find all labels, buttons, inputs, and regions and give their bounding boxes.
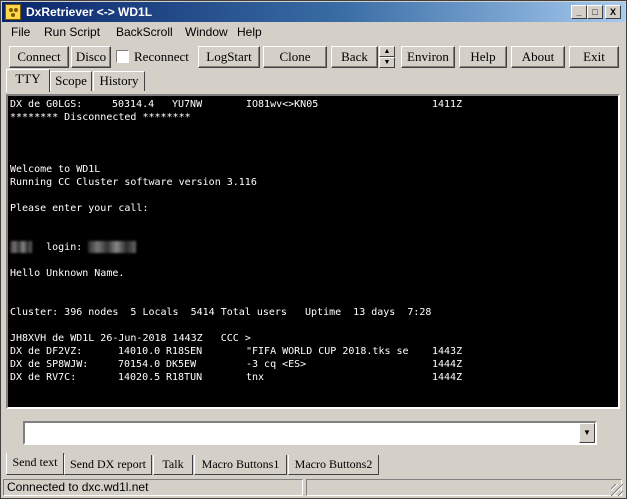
menu-help[interactable]: Help	[237, 25, 262, 39]
terminal-line: Welcome to WD1L	[10, 164, 101, 175]
resize-grip-icon[interactable]	[611, 484, 623, 496]
tab-talk[interactable]: Talk	[153, 455, 193, 475]
terminal-line: ******** Disconnected ********	[10, 112, 191, 123]
exit-button[interactable]: Exit	[569, 46, 619, 68]
menu-file[interactable]: File	[11, 25, 30, 39]
menu-bar: File Run Script BackScroll Window Help	[2, 23, 625, 41]
tab-tty[interactable]: TTY	[6, 69, 50, 92]
back-button[interactable]: Back	[331, 46, 378, 68]
maximize-button[interactable]: □	[587, 5, 603, 19]
terminal-line: Hello Unknown Name.	[10, 268, 125, 279]
terminal-line: Please enter your call:	[10, 203, 149, 214]
clone-button[interactable]: Clone	[263, 46, 327, 68]
redacted-callsign	[88, 241, 137, 253]
tab-macro-buttons1[interactable]: Macro Buttons1	[194, 455, 287, 475]
spin-up-icon[interactable]: ▲	[379, 46, 395, 57]
status-text: Connected to dxc.wd1l.net	[3, 479, 303, 496]
logstart-button[interactable]: LogStart	[198, 46, 260, 68]
reconnect-checkbox[interactable]	[116, 50, 129, 63]
tab-send-text[interactable]: Send text	[6, 453, 64, 475]
back-spinner[interactable]: ▲ ▼	[379, 46, 395, 68]
chevron-down-icon[interactable]: ▼	[579, 423, 595, 443]
terminal-output[interactable]: DX de G0LGS: 50314.4 YU7NW IO81wv<>KN05 …	[6, 94, 620, 409]
about-button[interactable]: About	[511, 46, 565, 68]
environ-button[interactable]: Environ	[401, 46, 455, 68]
connect-button[interactable]: Connect	[9, 46, 69, 68]
terminal-line: Running CC Cluster software version 3.11…	[10, 177, 257, 188]
menu-run-script[interactable]: Run Script	[44, 25, 100, 39]
help-button[interactable]: Help	[459, 46, 507, 68]
title-bar[interactable]: DxRetriever <-> WD1L _ □ X	[2, 2, 625, 22]
close-button[interactable]: X	[605, 5, 621, 19]
spin-down-icon[interactable]: ▼	[379, 57, 395, 68]
status-pane-empty	[306, 479, 622, 496]
tab-scope[interactable]: Scope	[50, 71, 92, 91]
menu-backscroll[interactable]: BackScroll	[116, 25, 173, 39]
tab-macro-buttons2[interactable]: Macro Buttons2	[288, 455, 379, 475]
terminal-line: Cluster: 396 nodes 5 Locals 5414 Total u…	[10, 307, 432, 318]
terminal-line	[10, 241, 32, 254]
main-window: DxRetriever <-> WD1L _ □ X File Run Scri…	[0, 0, 627, 499]
menu-window[interactable]: Window	[185, 25, 228, 39]
tab-send-dx-report[interactable]: Send DX report	[64, 455, 152, 475]
window-title: DxRetriever <-> WD1L	[26, 5, 153, 19]
disco-button[interactable]: Disco	[71, 46, 111, 68]
terminal-line: DX de RV7C: 14020.5 R18TUN tnx 1444Z	[10, 372, 463, 383]
tab-history[interactable]: History	[93, 71, 145, 91]
app-icon[interactable]	[5, 4, 21, 20]
terminal-line: JH8XVH de WD1L 26-Jun-2018 1443Z CCC >	[10, 333, 251, 344]
command-input[interactable]: ▼	[23, 421, 597, 445]
status-bar: Connected to dxc.wd1l.net	[3, 479, 624, 497]
redacted-callsign	[10, 241, 32, 253]
reconnect-label: Reconnect	[134, 49, 189, 64]
minimize-button[interactable]: _	[571, 5, 587, 19]
